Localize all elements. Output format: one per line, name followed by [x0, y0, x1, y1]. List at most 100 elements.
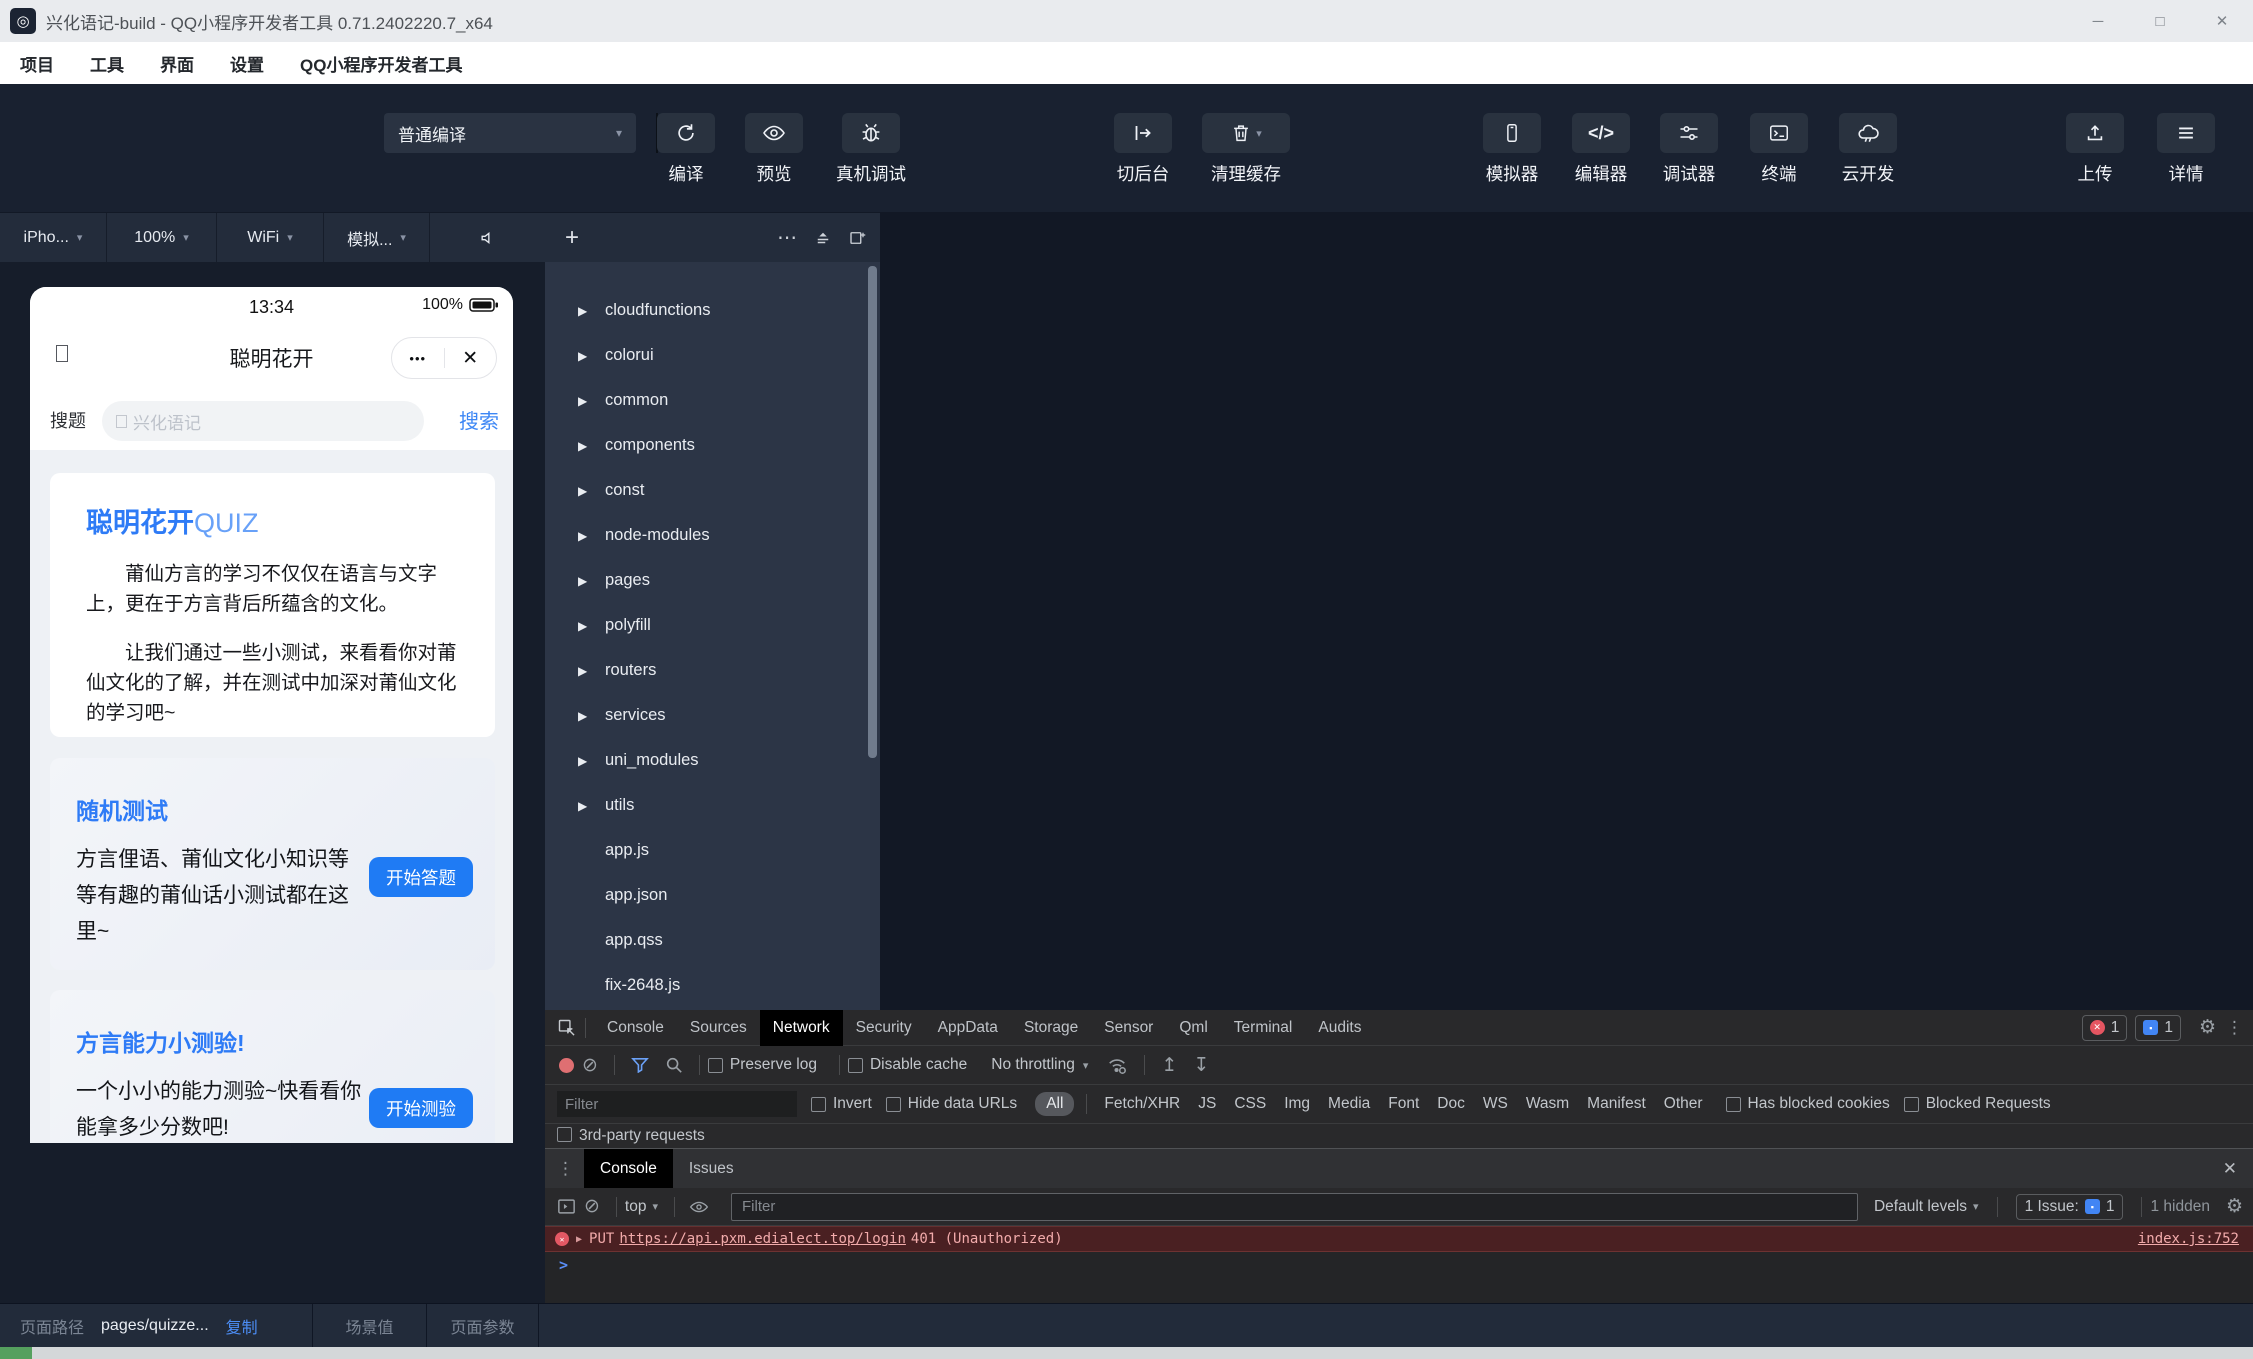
debugger-toggle-button[interactable]: 调试器	[1644, 113, 1734, 186]
page-params-label[interactable]: 页面参数	[450, 1314, 514, 1338]
menu-item-tools[interactable]: 工具	[90, 51, 124, 76]
menu-item-devtool[interactable]: QQ小程序开发者工具	[300, 51, 462, 76]
close-button[interactable]: ✕	[2191, 0, 2253, 42]
filter-type-media[interactable]: Media	[1328, 1095, 1370, 1113]
third-party-checkbox[interactable]	[557, 1127, 572, 1142]
more-menu-button[interactable]: •••	[392, 351, 444, 366]
editor-toggle-button[interactable]: </> 编辑器	[1556, 113, 1646, 186]
settings-gear-icon[interactable]: ⚙	[2199, 1016, 2216, 1039]
to-background-button[interactable]: 切后台	[1098, 113, 1188, 186]
tree-item-app-js[interactable]: ▶app.js	[545, 828, 880, 873]
network-select[interactable]: WiFi ▾	[217, 213, 324, 262]
tree-item-cloudfunctions[interactable]: ▶cloudfunctions	[545, 288, 880, 333]
simulator-toggle-button[interactable]: 模拟器	[1467, 113, 1557, 186]
filter-type-css[interactable]: CSS	[1234, 1095, 1266, 1113]
filter-type-other[interactable]: Other	[1664, 1095, 1703, 1113]
start-quiz-button[interactable]: 开始答题	[369, 857, 473, 897]
disable-cache-checkbox[interactable]	[848, 1058, 863, 1073]
tree-item-fix-2648-js[interactable]: ▶fix-2648.js	[545, 963, 880, 1008]
tree-item-uni-modules[interactable]: ▶uni_modules	[545, 738, 880, 783]
collapse-tree-icon[interactable]	[814, 229, 832, 247]
tree-item-services[interactable]: ▶services	[545, 693, 880, 738]
tree-item-pages[interactable]: ▶pages	[545, 558, 880, 603]
console-settings-gear-icon[interactable]: ⚙	[2226, 1195, 2243, 1218]
minimize-button[interactable]: ─	[2067, 0, 2129, 42]
tree-item-const[interactable]: ▶const	[545, 468, 880, 513]
more-actions-icon[interactable]: ⋯	[777, 225, 798, 250]
search-input[interactable]: 兴化语记	[102, 401, 424, 441]
scene-value-label[interactable]: 场景值	[345, 1314, 393, 1338]
filter-type-wasm[interactable]: Wasm	[1526, 1095, 1569, 1113]
start-test-button[interactable]: 开始测验	[369, 1088, 473, 1128]
context-selector[interactable]: top	[625, 1198, 647, 1216]
console-sidebar-icon[interactable]	[557, 1198, 576, 1215]
network-filter-input[interactable]	[557, 1091, 797, 1117]
panel-layout-icon[interactable]	[848, 229, 866, 247]
upload-button[interactable]: 上传	[2050, 113, 2140, 186]
tab-sensor[interactable]: Sensor	[1091, 1010, 1166, 1046]
close-drawer-icon[interactable]: ✕	[2223, 1159, 2237, 1179]
drawer-tab-issues[interactable]: Issues	[673, 1149, 750, 1188]
filter-type-img[interactable]: Img	[1284, 1095, 1310, 1113]
close-mini-program-button[interactable]: ✕	[445, 347, 497, 370]
filter-type-doc[interactable]: Doc	[1437, 1095, 1465, 1113]
sound-toggle[interactable]	[430, 213, 545, 262]
error-badge[interactable]: ✕ 1	[2082, 1015, 2128, 1041]
tree-scrollbar[interactable]	[868, 266, 877, 758]
kebab-menu-icon[interactable]: ⋮	[557, 1159, 574, 1179]
network-conditions-icon[interactable]	[1106, 1055, 1128, 1075]
tree-item-node-modules[interactable]: ▶node-modules	[545, 513, 880, 558]
chevron-down-icon[interactable]: ▾	[1256, 127, 1262, 140]
tab-appdata[interactable]: AppData	[925, 1010, 1011, 1046]
clear-cache-button[interactable]: ▾ 清理缓存	[1201, 113, 1291, 186]
error-source-link[interactable]: index.js:752	[2138, 1231, 2239, 1247]
issues-badge[interactable]: ▪ 1	[2135, 1015, 2181, 1041]
drawer-tab-console[interactable]: Console	[584, 1149, 673, 1188]
tab-qml[interactable]: Qml	[1166, 1010, 1220, 1046]
console-prompt-row[interactable]: >	[545, 1252, 2253, 1278]
log-levels-selector[interactable]: Default levels	[1874, 1198, 1967, 1216]
console-filter-input[interactable]	[731, 1193, 1858, 1221]
filter-type-ws[interactable]: WS	[1483, 1095, 1508, 1113]
filter-type-manifest[interactable]: Manifest	[1587, 1095, 1646, 1113]
issues-counter[interactable]: 1 Issue: ▪ 1	[2016, 1194, 2124, 1220]
error-url-link[interactable]: https://api.pxm.edialect.top/login	[619, 1231, 906, 1247]
clear-icon[interactable]: ⊘	[582, 1054, 598, 1077]
menu-item-ui[interactable]: 界面	[160, 51, 194, 76]
tree-item-app-qss[interactable]: ▶app.qss	[545, 918, 880, 963]
tab-audits[interactable]: Audits	[1305, 1010, 1374, 1046]
maximize-button[interactable]: □	[2129, 0, 2191, 42]
tree-item-polyfill[interactable]: ▶polyfill	[545, 603, 880, 648]
device-debug-button[interactable]: 真机调试	[826, 113, 916, 186]
expand-triangle-icon[interactable]: ▶	[576, 1234, 582, 1245]
tab-sources[interactable]: Sources	[677, 1010, 760, 1046]
add-tab-button[interactable]: +	[565, 224, 579, 252]
has-blocked-cookies-checkbox[interactable]	[1726, 1097, 1741, 1112]
menu-item-settings[interactable]: 设置	[230, 51, 264, 76]
tab-security[interactable]: Security	[843, 1010, 925, 1046]
filter-type-js[interactable]: JS	[1198, 1095, 1216, 1113]
copy-path-button[interactable]: 复制	[226, 1314, 258, 1338]
mode-select[interactable]: 模拟... ▾	[324, 213, 430, 262]
compile-mode-select[interactable]: 普通编译 ▾	[384, 113, 636, 153]
import-har-icon[interactable]: ↥	[1161, 1054, 1177, 1077]
filter-type-fetch[interactable]: Fetch/XHR	[1104, 1095, 1180, 1113]
search-icon[interactable]	[665, 1056, 683, 1074]
live-expression-eye-icon[interactable]	[689, 1199, 709, 1215]
tree-item-app-json[interactable]: ▶app.json	[545, 873, 880, 918]
tree-item-components[interactable]: ▶components	[545, 423, 880, 468]
record-button[interactable]	[559, 1058, 574, 1073]
export-har-icon[interactable]: ↧	[1193, 1054, 1209, 1077]
menu-item-project[interactable]: 项目	[20, 51, 54, 76]
zoom-select[interactable]: 100% ▾	[107, 213, 217, 262]
inspect-element-icon[interactable]	[557, 1018, 577, 1038]
compile-button[interactable]: 编译	[641, 113, 731, 186]
device-select[interactable]: iPho... ▾	[0, 213, 107, 262]
tab-terminal[interactable]: Terminal	[1221, 1010, 1306, 1046]
cloud-dev-button[interactable]: 云开发	[1823, 113, 1913, 186]
hide-data-urls-checkbox[interactable]	[886, 1097, 901, 1112]
preview-button[interactable]: 预览	[729, 113, 819, 186]
clear-console-icon[interactable]: ⊘	[584, 1195, 600, 1218]
tab-storage[interactable]: Storage	[1011, 1010, 1091, 1046]
invert-checkbox[interactable]	[811, 1097, 826, 1112]
